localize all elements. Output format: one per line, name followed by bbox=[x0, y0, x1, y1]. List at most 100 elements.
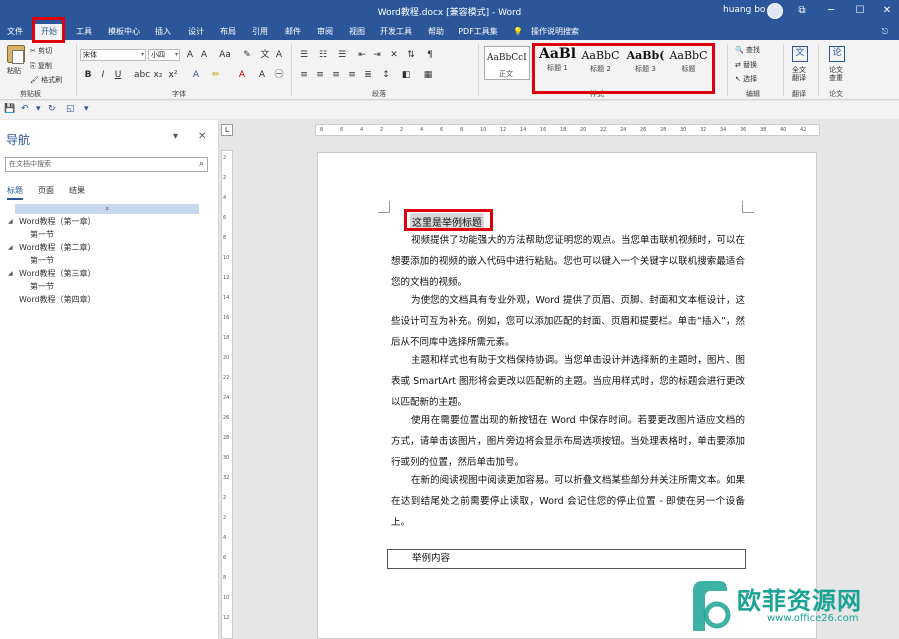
bold-icon[interactable]: B bbox=[82, 69, 94, 81]
expand-triangle-icon[interactable]: ◢ bbox=[8, 218, 13, 225]
tab-insert[interactable]: 插入 bbox=[150, 24, 176, 40]
change-case-icon[interactable]: Aa bbox=[219, 49, 231, 61]
body-paragraph[interactable]: 主题和样式也有助于文档保持协调。当您单击设计并选择新的主题时，图片、图表或 Sm… bbox=[391, 350, 745, 413]
shading-icon[interactable]: ◧ bbox=[400, 69, 412, 81]
collapse-bar[interactable]: ⌅ bbox=[15, 204, 199, 214]
text-effects-icon[interactable]: A bbox=[190, 69, 202, 81]
superscript-icon[interactable]: x² bbox=[167, 69, 179, 81]
increase-indent-icon[interactable]: ⇥ bbox=[371, 49, 383, 61]
user-name[interactable]: huang bo bbox=[723, 5, 765, 15]
maximize-icon[interactable]: ☐ bbox=[851, 2, 869, 20]
undo-dropdown-icon[interactable]: ▾ bbox=[36, 104, 41, 114]
select-button[interactable]: ↖ 选择 bbox=[735, 74, 757, 84]
subscript-icon[interactable]: x₂ bbox=[152, 69, 164, 81]
copy-button[interactable]: ⎘ 复制 bbox=[30, 61, 52, 71]
tab-developer[interactable]: 开发工具 bbox=[377, 24, 415, 40]
numbering-icon[interactable]: ☷ bbox=[317, 49, 329, 61]
nav-heading-item[interactable]: Word教程（第一章） bbox=[19, 216, 96, 227]
body-paragraph[interactable]: 使用在需要位置出现的新按钮在 Word 中保存时间。若要更改图片适应文档的方式，… bbox=[391, 410, 745, 473]
ribbon-display-icon[interactable]: ⧉ bbox=[793, 2, 811, 20]
align-left-icon[interactable]: ≡ bbox=[298, 69, 310, 81]
nav-close-icon[interactable]: ✕ bbox=[198, 131, 206, 142]
tab-pdf-tools[interactable]: PDF工具集 bbox=[456, 24, 500, 40]
tab-layout[interactable]: 布局 bbox=[214, 24, 242, 40]
avatar[interactable] bbox=[767, 3, 783, 19]
nav-heading-item[interactable]: Word教程（第二章） bbox=[19, 242, 96, 253]
highlight-color-icon[interactable]: ✏ bbox=[210, 69, 222, 81]
multilevel-list-icon[interactable]: ☰ bbox=[336, 49, 348, 61]
touch-mode-icon[interactable]: ◱ bbox=[66, 104, 75, 114]
nav-search-input[interactable]: 在文档中搜索 ⌕ bbox=[5, 157, 208, 172]
tab-stop-selector[interactable]: L bbox=[221, 124, 233, 136]
nav-options-icon[interactable]: ▾ bbox=[173, 131, 178, 142]
align-center-icon[interactable]: ≡ bbox=[314, 69, 326, 81]
tell-me-search[interactable]: 操作说明搜索 bbox=[527, 24, 583, 40]
nav-heading-item[interactable]: 第一节 bbox=[30, 229, 54, 240]
line-spacing-icon[interactable]: ↕ bbox=[380, 69, 392, 81]
body-paragraph[interactable]: 为使您的文档具有专业外观，Word 提供了页眉、页脚、封面和文本框设计，这些设计… bbox=[391, 290, 745, 353]
cut-button[interactable]: ✂ 剪切 bbox=[30, 46, 52, 56]
nav-tab-results[interactable]: 结果 bbox=[69, 185, 85, 196]
share-icon[interactable]: ⎋ bbox=[878, 24, 892, 40]
expand-triangle-icon[interactable]: ◢ bbox=[8, 270, 13, 277]
font-name-combo[interactable]: 宋体 ▾ bbox=[80, 49, 146, 61]
tab-help[interactable]: 帮助 bbox=[422, 24, 450, 40]
nav-heading-item[interactable]: Word教程（第四章） bbox=[19, 294, 96, 305]
sample-content-box[interactable]: 举例内容 bbox=[387, 549, 746, 569]
bullets-icon[interactable]: ☰ bbox=[298, 49, 310, 61]
paste-icon[interactable] bbox=[7, 45, 25, 64]
full-translate-button[interactable]: 全文翻译 bbox=[792, 66, 810, 82]
borders-icon[interactable]: ▦ bbox=[422, 69, 434, 81]
redo-icon[interactable]: ↻ bbox=[48, 104, 56, 114]
nav-heading-item[interactable]: 第一节 bbox=[30, 255, 54, 266]
close-icon[interactable]: ✕ bbox=[878, 2, 896, 20]
nav-heading-item[interactable]: 第一节 bbox=[30, 281, 54, 292]
tab-file[interactable]: 文件 bbox=[2, 24, 28, 40]
search-icon[interactable]: ⌕ bbox=[199, 158, 204, 171]
paper-check-button[interactable]: 论文查重 bbox=[829, 66, 847, 82]
customize-qat-icon[interactable]: ▾ bbox=[84, 104, 89, 114]
tab-view[interactable]: 视图 bbox=[343, 24, 371, 40]
underline-icon[interactable]: U bbox=[112, 69, 124, 81]
justify-icon[interactable]: ≡ bbox=[346, 69, 358, 81]
show-marks-icon[interactable]: ¶ bbox=[424, 49, 436, 61]
chinese-layout-icon[interactable]: ✕ bbox=[388, 49, 400, 61]
save-icon[interactable]: 💾 bbox=[4, 104, 15, 114]
tab-tools[interactable]: 工具 bbox=[70, 24, 98, 40]
tab-template-center[interactable]: 模板中心 bbox=[104, 24, 144, 40]
font-color-icon[interactable]: A bbox=[236, 69, 248, 81]
phonetic-guide-icon[interactable]: 文 bbox=[259, 49, 271, 61]
shrink-font-icon[interactable]: A bbox=[198, 49, 210, 61]
clear-format-icon[interactable]: ✎ bbox=[241, 49, 253, 61]
body-paragraph[interactable]: 视频提供了功能强大的方法帮助您证明您的观点。当您单击联机视频时，可以在想要添加的… bbox=[391, 230, 745, 293]
expand-triangle-icon[interactable]: ◢ bbox=[8, 244, 13, 251]
nav-tab-headings[interactable]: 标题 bbox=[7, 185, 23, 200]
horizontal-ruler[interactable]: 8 6 4 2 2 4 6 8 10 12 14 16 18 20 22 24 26 28 30 32 34 36 38 40… bbox=[315, 124, 820, 136]
vertical-ruler[interactable]: 2 2 4 6 8 10 12 14 16 18 20 22 24 26 28 30 32 2 2 4 6 8 10 12 bbox=[221, 150, 233, 639]
translate-icon[interactable]: 文 bbox=[792, 46, 808, 62]
grow-font-icon[interactable]: A bbox=[184, 49, 196, 61]
strikethrough-icon[interactable]: abc bbox=[134, 69, 150, 81]
replace-button[interactable]: ⇄ 替换 bbox=[735, 60, 757, 70]
undo-icon[interactable]: ↶ bbox=[21, 104, 29, 114]
minimize-icon[interactable]: ─ bbox=[822, 2, 840, 20]
tab-references[interactable]: 引用 bbox=[246, 24, 274, 40]
align-right-icon[interactable]: ≡ bbox=[330, 69, 342, 81]
char-shading-icon[interactable]: A bbox=[256, 69, 268, 81]
distributed-icon[interactable]: ≣ bbox=[362, 69, 374, 81]
paper-check-icon[interactable]: 论 bbox=[829, 46, 845, 62]
format-painter-button[interactable]: 🖌 格式刷 bbox=[30, 75, 62, 85]
nav-tab-pages[interactable]: 页面 bbox=[38, 185, 54, 196]
body-paragraph[interactable]: 在新的阅读视图中阅读更加容易。可以折叠文档某些部分并关注所需文本。如果在达到结尾… bbox=[391, 470, 745, 533]
decrease-indent-icon[interactable]: ⇤ bbox=[356, 49, 368, 61]
sort-icon[interactable]: ⇅ bbox=[405, 49, 417, 61]
font-size-combo[interactable]: 小四 ▾ bbox=[148, 49, 180, 61]
find-button[interactable]: 🔍 查找 bbox=[735, 45, 760, 55]
style-normal[interactable]: AaBbCcI 正文 bbox=[484, 46, 530, 80]
paste-button[interactable]: 粘贴 bbox=[7, 66, 21, 76]
tab-design[interactable]: 设计 bbox=[182, 24, 210, 40]
nav-heading-item[interactable]: Word教程（第三章） bbox=[19, 268, 96, 279]
enclose-char-icon[interactable]: ㊀ bbox=[273, 69, 285, 81]
char-border-icon[interactable]: A bbox=[273, 49, 285, 61]
tab-mailings[interactable]: 邮件 bbox=[279, 24, 307, 40]
